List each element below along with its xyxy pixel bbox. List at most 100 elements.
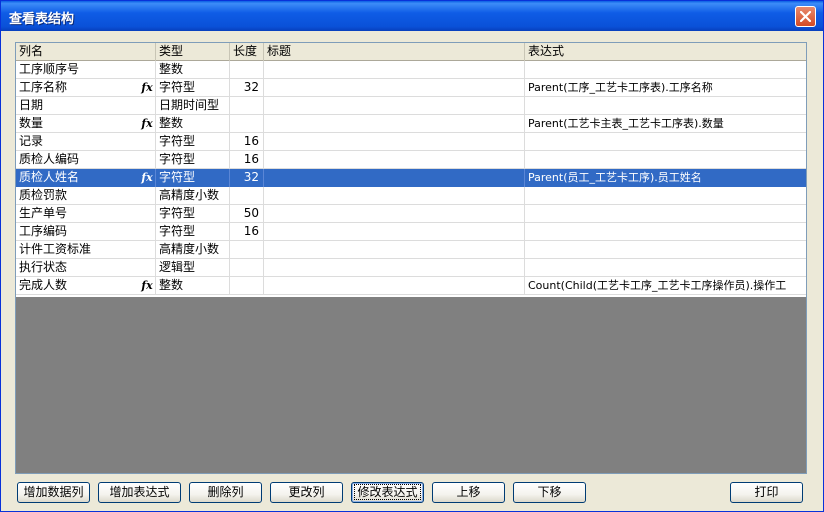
cell-length[interactable] [230,277,264,295]
cell-title[interactable] [264,277,525,295]
add-data-column-button[interactable]: 增加数据列 [17,482,90,503]
cell-length[interactable]: 32 [230,169,264,187]
header-name[interactable]: 列名 [16,43,156,61]
cell-title[interactable] [264,97,525,115]
cell-name[interactable]: 生产单号 [16,205,156,223]
fx-icon: fx [141,279,153,292]
cell-expression[interactable] [525,97,806,115]
cell-length[interactable] [230,115,264,133]
cell-expression[interactable] [525,151,806,169]
cell-type[interactable]: 高精度小数 [156,241,230,259]
header-expression[interactable]: 表达式 [525,43,806,61]
table-row[interactable]: 数量 fx 整数 Parent(工艺卡主表_工艺卡工序表).数量 [16,115,806,133]
cell-type[interactable]: 字符型 [156,151,230,169]
cell-title[interactable] [264,259,525,277]
header-type[interactable]: 类型 [156,43,230,61]
cell-length[interactable]: 16 [230,223,264,241]
cell-name[interactable]: 计件工资标准 [16,241,156,259]
add-expression-label: 增加表达式 [109,485,170,499]
cell-name[interactable]: 质检人编码 [16,151,156,169]
cell-type[interactable]: 整数 [156,61,230,79]
grid-header: 列名 类型 长度 标题 表达式 [16,43,806,61]
cell-type[interactable]: 整数 [156,277,230,295]
cell-name[interactable]: 完成人数 [16,277,156,295]
cell-title[interactable] [264,133,525,151]
print-button[interactable]: 打印 [730,482,803,503]
table-row[interactable]: 日期 日期时间型 [16,97,806,115]
cell-title[interactable] [264,205,525,223]
header-title[interactable]: 标题 [264,43,525,61]
cell-expression[interactable]: Parent(员工_工艺卡工序).员工姓名 [525,169,806,187]
cell-expression[interactable] [525,223,806,241]
cell-expression[interactable]: Parent(工序_工艺卡工序表).工序名称 [525,79,806,97]
cell-type[interactable]: 字符型 [156,223,230,241]
cell-length[interactable] [230,61,264,79]
table-row[interactable]: 质检人编码 字符型 16 [16,151,806,169]
cell-name[interactable]: 工序顺序号 [16,61,156,79]
cell-name[interactable]: 日期 [16,97,156,115]
cell-type[interactable]: 日期时间型 [156,97,230,115]
fx-icon: fx [141,117,153,130]
cell-type[interactable]: 字符型 [156,169,230,187]
cell-expression[interactable] [525,259,806,277]
add-expression-button[interactable]: 增加表达式 [98,482,181,503]
cell-name[interactable]: 质检人姓名 [16,169,156,187]
cell-expression[interactable]: Count(Child(工艺卡工序_工艺卡工序操作员).操作工 [525,277,806,295]
cell-title[interactable] [264,79,525,97]
cell-title[interactable] [264,169,525,187]
modify-expression-button[interactable]: 修改表达式 [351,482,424,503]
cell-title[interactable] [264,187,525,205]
close-icon [800,11,811,22]
table-row[interactable]: 完成人数 fx 整数 Count(Child(工艺卡工序_工艺卡工序操作员).操作工 [16,277,806,295]
structure-grid[interactable]: 列名 类型 长度 标题 表达式 工序顺序号 整数 工序名称 fx 字符型 32 Parent… [15,42,807,474]
cell-name[interactable]: 工序名称 [16,79,156,97]
table-row[interactable]: 工序编码 字符型 16 [16,223,806,241]
cell-length[interactable]: 50 [230,205,264,223]
cell-name[interactable]: 工序编码 [16,223,156,241]
cell-length[interactable] [230,259,264,277]
table-row[interactable]: 工序名称 fx 字符型 32 Parent(工序_工艺卡工序表).工序名称 [16,79,806,97]
cell-name[interactable]: 执行状态 [16,259,156,277]
table-row[interactable]: 工序顺序号 整数 [16,61,806,79]
cell-length[interactable] [230,187,264,205]
cell-name[interactable]: 质检罚款 [16,187,156,205]
cell-expression[interactable] [525,241,806,259]
cell-expression[interactable] [525,187,806,205]
cell-type[interactable]: 逻辑型 [156,259,230,277]
move-down-button[interactable]: 下移 [513,482,586,503]
table-row[interactable]: 生产单号 字符型 50 [16,205,806,223]
cell-length[interactable]: 32 [230,79,264,97]
cell-type[interactable]: 字符型 [156,79,230,97]
cell-expression[interactable]: Parent(工艺卡主表_工艺卡工序表).数量 [525,115,806,133]
move-up-button[interactable]: 上移 [432,482,505,503]
cell-title[interactable] [264,151,525,169]
close-button[interactable] [795,6,816,27]
cell-name[interactable]: 数量 [16,115,156,133]
cell-type[interactable]: 字符型 [156,133,230,151]
table-row[interactable]: 记录 字符型 16 [16,133,806,151]
fx-icon: fx [141,81,153,94]
title-bar[interactable]: 查看表结构 [1,1,823,31]
cell-length[interactable]: 16 [230,151,264,169]
cell-expression[interactable] [525,61,806,79]
modify-column-button[interactable]: 更改列 [270,482,343,503]
delete-column-button[interactable]: 删除列 [189,482,262,503]
cell-name[interactable]: 记录 [16,133,156,151]
table-row[interactable]: 质检人姓名 fx 字符型 32 Parent(员工_工艺卡工序).员工姓名 [16,169,806,187]
cell-expression[interactable] [525,205,806,223]
cell-length[interactable] [230,241,264,259]
table-row[interactable]: 质检罚款 高精度小数 [16,187,806,205]
cell-title[interactable] [264,223,525,241]
cell-type[interactable]: 字符型 [156,205,230,223]
table-row[interactable]: 计件工资标准 高精度小数 [16,241,806,259]
cell-title[interactable] [264,115,525,133]
cell-type[interactable]: 高精度小数 [156,187,230,205]
cell-expression[interactable] [525,133,806,151]
cell-title[interactable] [264,61,525,79]
cell-length[interactable] [230,97,264,115]
cell-type[interactable]: 整数 [156,115,230,133]
table-row[interactable]: 执行状态 逻辑型 [16,259,806,277]
cell-title[interactable] [264,241,525,259]
cell-length[interactable]: 16 [230,133,264,151]
header-length[interactable]: 长度 [230,43,264,61]
